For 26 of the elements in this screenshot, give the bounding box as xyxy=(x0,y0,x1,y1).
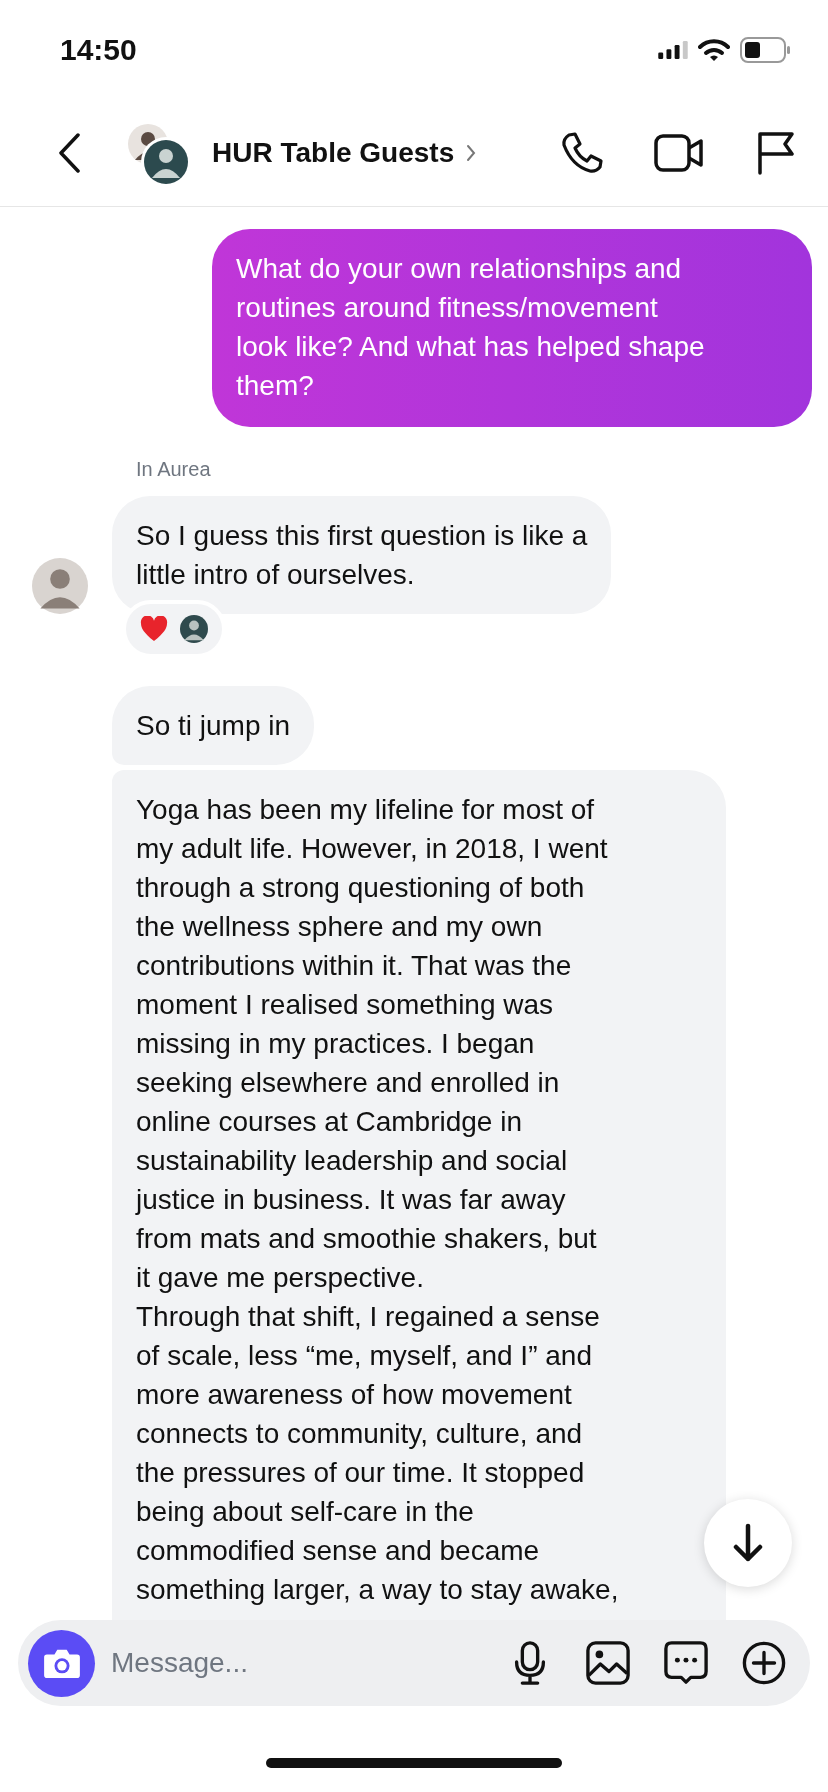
video-icon[interactable] xyxy=(654,133,704,173)
scroll-down-button[interactable] xyxy=(704,1499,792,1587)
status-time: 14:50 xyxy=(60,33,137,67)
message-text: So ti jump in xyxy=(136,709,291,743)
camera-icon xyxy=(42,1647,81,1679)
avatar xyxy=(180,615,208,643)
plus-icon[interactable] xyxy=(742,1641,786,1685)
message-text: What do your own relationships and routines around fitness/movement look like? And what has helped shape them? xyxy=(236,252,706,403)
camera-button[interactable] xyxy=(28,1629,95,1697)
signal-icon xyxy=(658,41,688,59)
message-text: Yoga has been my lifeline for most of my adult life. However, in 2018, I went through a strong questioning of both the wellness sphere and my own contributions within it. That was the moment I realised something was missing in my practices. I began seeking elsewhere and enrolled in online courses at Cambridge in sustainability leadership and social justice in business. It was far away from mats and smoothie shakers, but it gave me perspective. xyxy=(136,793,609,1295)
chat-title[interactable]: HUR Table Guests xyxy=(212,137,455,169)
back-icon[interactable] xyxy=(58,133,82,173)
heart-icon xyxy=(140,616,168,642)
chat-bubble-icon[interactable] xyxy=(664,1641,708,1685)
chevron-icon xyxy=(466,144,477,162)
battery-icon xyxy=(740,37,790,63)
phone-icon[interactable] xyxy=(560,131,604,175)
sender-name: In Aurea xyxy=(136,457,212,481)
image-icon[interactable] xyxy=(586,1641,630,1685)
arrow-down-icon xyxy=(733,1523,763,1563)
message-text: Through that shift, I regained a sense of scale, less “me, myself, and I” and more awareness of how movement connects to community, culture, and the pressures of our time. It stopped being about self-care in the commodified sense and became something larger, a way to stay awake, xyxy=(136,1300,620,1607)
wifi-icon xyxy=(698,38,730,62)
message-field[interactable]: Message... xyxy=(95,1647,474,1679)
avatar[interactable] xyxy=(32,558,88,614)
message-text: So I guess this first question is like a little intro of ourselves. xyxy=(136,519,588,592)
